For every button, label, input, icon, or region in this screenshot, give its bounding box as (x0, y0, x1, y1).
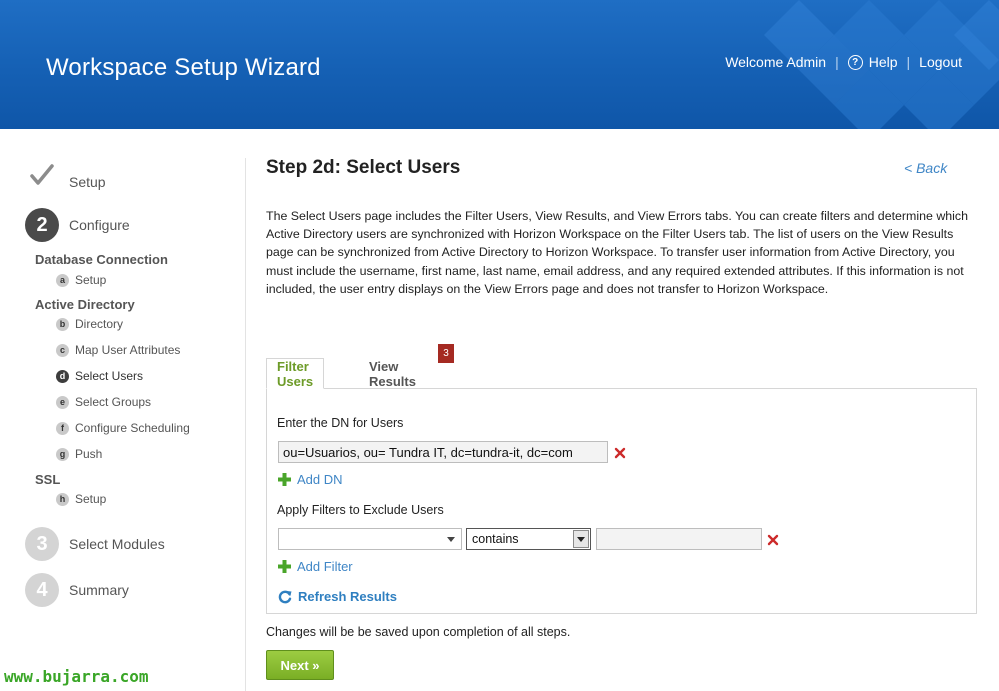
step-letter-badge: g (56, 447, 69, 461)
add-filter-label: Add Filter (297, 559, 353, 574)
sidebar-item-label: Push (75, 447, 103, 461)
sidebar-item-directory[interactable]: b Directory (56, 317, 123, 331)
help-icon: ? (847, 54, 863, 70)
step-label: Select Modules (69, 536, 165, 552)
sidebar-item-database-setup[interactable]: a Setup (56, 273, 106, 287)
step-setup[interactable]: Setup (25, 158, 106, 192)
sidebar-item-label: Setup (75, 492, 107, 506)
next-button[interactable]: Next » (266, 650, 334, 680)
step-number: 2 (25, 208, 59, 242)
help-link[interactable]: ? Help (847, 54, 898, 70)
checkmark-icon (25, 158, 59, 192)
dn-input[interactable] (278, 441, 608, 463)
watermark: www.bujarra.com (4, 667, 149, 686)
refresh-results-label: Refresh Results (298, 589, 397, 604)
group-title-ssl: SSL (35, 472, 61, 487)
tab-filter-users[interactable]: Filter Users (266, 358, 325, 389)
app-header: Workspace Setup Wizard Welcome Admin | ?… (0, 0, 999, 129)
help-label: Help (868, 54, 898, 70)
page-title: Step 2d: Select Users (266, 157, 461, 178)
filter-users-panel: Enter the DN for Users Add DN Apply Filt… (266, 388, 977, 614)
plus-icon (278, 473, 291, 486)
sidebar-item-label: Select Groups (75, 395, 152, 409)
logout-link[interactable]: Logout (919, 54, 962, 70)
sidebar-item-select-groups[interactable]: e Select Groups (56, 395, 151, 409)
step-number: 4 (25, 573, 59, 607)
add-dn-button[interactable]: Add DN (278, 472, 343, 487)
welcome-text: Welcome Admin (725, 54, 827, 70)
step-letter-badge: b (56, 317, 69, 331)
step-label: Configure (69, 217, 130, 233)
step-label: Setup (69, 174, 106, 190)
app-title: Workspace Setup Wizard (46, 54, 321, 81)
dn-label: Enter the DN for Users (277, 416, 404, 430)
filter-attribute-select[interactable] (278, 528, 462, 550)
filter-value-input[interactable] (596, 528, 762, 550)
step-number: 3 (25, 527, 59, 561)
group-title-active-directory: Active Directory (35, 297, 135, 312)
sidebar-item-label: Directory (75, 317, 124, 331)
step-letter-badge: f (56, 421, 69, 435)
separator: | (906, 54, 911, 70)
page-description: The Select Users page includes the Filte… (266, 209, 969, 296)
view-results-count-badge: 3 (438, 344, 454, 363)
filter-operator-select[interactable]: contains (466, 528, 591, 550)
step-letter-badge: d (56, 369, 69, 383)
chevron-down-icon (573, 530, 589, 548)
sidebar-item-select-users[interactable]: d Select Users (56, 369, 143, 383)
save-note: Changes will be be saved upon completion… (266, 625, 571, 639)
filters-label: Apply Filters to Exclude Users (277, 503, 444, 517)
sidebar-item-map-user-attributes[interactable]: c Map User Attributes (56, 343, 180, 357)
sidebar-divider (245, 158, 246, 691)
filter-operator-value: contains (472, 532, 519, 546)
separator: | (835, 54, 839, 70)
sidebar-item-push[interactable]: g Push (56, 447, 102, 461)
back-link[interactable]: < Back (904, 160, 947, 176)
header-links: Welcome Admin | ? Help | Logout (725, 54, 962, 70)
add-dn-label: Add DN (297, 472, 343, 487)
chevron-down-icon (447, 537, 455, 542)
sidebar-item-label: Configure Scheduling (75, 421, 190, 435)
step-letter-badge: e (56, 395, 69, 409)
step-letter-badge: h (56, 492, 69, 506)
sidebar-item-label: Map User Attributes (75, 343, 181, 357)
step-letter-badge: c (56, 343, 69, 357)
sidebar-item-ssl-setup[interactable]: h Setup (56, 492, 106, 506)
refresh-icon (278, 590, 292, 603)
remove-filter-icon[interactable] (767, 534, 779, 546)
sidebar-item-label: Setup (75, 273, 107, 287)
step-configure[interactable]: 2 Configure (25, 208, 130, 242)
group-title-database: Database Connection (35, 252, 168, 267)
remove-dn-icon[interactable] (614, 447, 626, 459)
step-summary[interactable]: 4 Summary (25, 573, 129, 607)
tab-view-results[interactable]: View Results (359, 358, 426, 389)
sidebar-item-label: Select Users (75, 369, 144, 383)
step-label: Summary (69, 582, 129, 598)
refresh-results-button[interactable]: Refresh Results (278, 589, 397, 604)
plus-icon (278, 560, 291, 573)
step-select-modules[interactable]: 3 Select Modules (25, 527, 165, 561)
sidebar-item-configure-scheduling[interactable]: f Configure Scheduling (56, 421, 190, 435)
add-filter-button[interactable]: Add Filter (278, 559, 353, 574)
step-letter-badge: a (56, 273, 69, 287)
